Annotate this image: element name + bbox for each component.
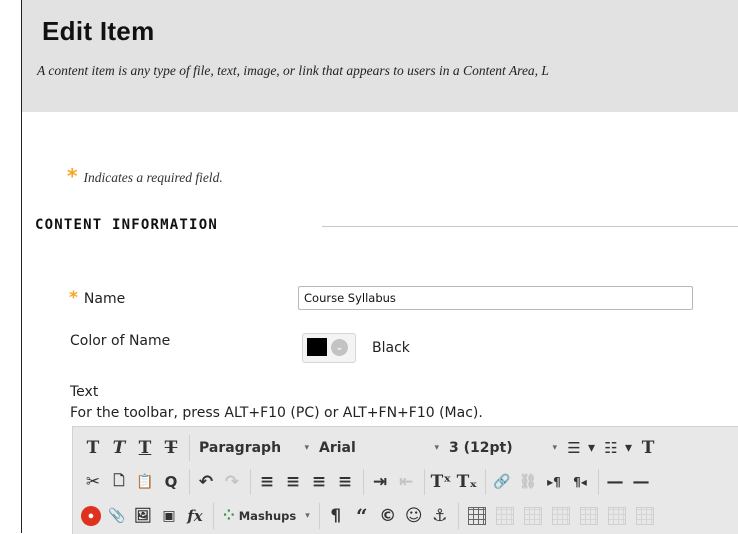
chevron-down-icon: ⌄ (331, 339, 348, 356)
toolbar-separator (485, 469, 486, 495)
table-icon[interactable] (467, 507, 486, 525)
caret-down-icon: ▾ (552, 443, 557, 453)
text-label: Text (70, 384, 99, 400)
image-icon[interactable]: 🖼 (131, 503, 155, 529)
align-center-icon[interactable]: ≡ (281, 469, 305, 495)
table-cell-icon (551, 507, 570, 525)
caret-down-icon: ▾ (304, 443, 309, 453)
toolbar-row-2: ✂ 🗋 📋 Q ↶ ↷ ≡ ≡ ≡ ≡ ⇥ ⇤ Tˣ Tₓ 🔗 ⛓ ▸¶ ¶◂ … (73, 465, 655, 499)
format-value: Paragraph (199, 440, 282, 456)
attach-icon[interactable]: 📎 (105, 503, 129, 529)
caret-down-icon[interactable]: ▾ (588, 435, 599, 461)
toolbar-separator (189, 435, 190, 461)
toolbar-row-1: T T T T Paragraph ▾ Arial ▾ 3 (12pt) ▾ ☰ ▾ … (73, 431, 662, 465)
table-delete-icon (635, 507, 654, 525)
format-dropdown[interactable]: Paragraph ▾ (194, 435, 314, 461)
name-label: * Name (69, 288, 125, 308)
subscript-icon[interactable]: Tₓ (455, 469, 479, 495)
redo-icon: ↷ (224, 472, 240, 492)
anchor-icon[interactable]: ⚓ (428, 503, 452, 529)
cut-icon[interactable]: ✂ (81, 469, 105, 495)
paragraph-mark-icon[interactable]: ¶ (324, 503, 348, 529)
align-left-icon[interactable]: ≡ (255, 469, 279, 495)
math-icon[interactable]: fx (183, 503, 207, 529)
edit-item-page: Edit Item A content item is any type of … (0, 0, 738, 534)
color-of-name-label: Color of Name (70, 333, 171, 349)
color-picker[interactable]: ⌄ (302, 333, 356, 363)
font-dropdown[interactable]: Arial ▾ (314, 435, 444, 461)
editor-toolbar: T T T T Paragraph ▾ Arial ▾ 3 (12pt) ▾ ☰ ▾ … (72, 426, 738, 534)
page-title: Edit Item (42, 16, 155, 46)
caret-down-icon: ▾ (434, 443, 439, 453)
table-column-icon (523, 507, 542, 525)
italic-button[interactable]: T (107, 435, 131, 461)
toolbar-row-3: ● 📎 🖼 ▣ fx ⁘ Mashups ▾ ¶ “ © ☺ ⚓ (73, 499, 659, 533)
toolbar-separator (457, 503, 459, 529)
name-input[interactable] (298, 286, 693, 310)
align-right-icon[interactable]: ≡ (307, 469, 331, 495)
required-star-icon: * (67, 164, 78, 188)
toolbar-separator (189, 469, 190, 495)
toolbar-separator (598, 469, 599, 495)
paste-icon[interactable]: 📋 (133, 469, 157, 495)
strikethrough-button[interactable]: T (159, 435, 183, 461)
color-swatch (307, 338, 327, 356)
more-icon[interactable]: — (629, 469, 653, 495)
underline-button[interactable]: T (133, 435, 157, 461)
unlink-icon: ⛓ (519, 474, 537, 490)
size-dropdown[interactable]: 3 (12pt) ▾ (444, 435, 562, 461)
ltr-icon[interactable]: ▸¶ (542, 469, 566, 495)
caret-down-icon: ▾ (305, 511, 310, 521)
toolbar-separator (213, 503, 214, 529)
caret-down-icon[interactable]: ▾ (625, 435, 636, 461)
toolbar-hint: For the toolbar, press ALT+F10 (PC) or A… (70, 405, 483, 421)
superscript-icon[interactable]: Tˣ (429, 469, 453, 495)
page-description: A content item is any type of file, text… (37, 63, 549, 78)
bullet-list-icon[interactable]: ☰ (562, 435, 586, 461)
required-field-note: * Indicates a required field. (67, 163, 223, 188)
size-value: 3 (12pt) (449, 440, 513, 456)
mashups-icon: ⁘ (223, 508, 235, 524)
link-icon: 🔗 (493, 474, 511, 490)
quote-icon[interactable]: “ (350, 503, 374, 529)
required-star-icon: * (69, 288, 78, 308)
name-label-text: Name (83, 291, 126, 307)
section-title: CONTENT INFORMATION (35, 217, 218, 233)
find-icon[interactable]: Q (159, 469, 183, 495)
bold-button[interactable]: T (81, 435, 105, 461)
toolbar-separator (363, 469, 364, 495)
color-value: Black (372, 340, 410, 356)
copyright-icon[interactable]: © (376, 503, 400, 529)
indent-icon[interactable]: ⇥ (368, 469, 392, 495)
text-color-button[interactable]: T (636, 435, 660, 461)
toolbar-separator (318, 503, 320, 529)
font-value: Arial (319, 440, 356, 456)
outdent-icon: ⇤ (398, 472, 414, 492)
copy-icon[interactable]: 🗋 (107, 469, 131, 495)
horizontal-rule-icon[interactable]: — (603, 469, 627, 495)
undo-icon[interactable]: ↶ (194, 469, 218, 495)
mashups-dropdown[interactable]: ⁘ Mashups ▾ (218, 503, 315, 529)
emoji-icon[interactable]: ☺ (402, 503, 426, 529)
table-row-icon (495, 507, 514, 525)
mashups-label: Mashups (238, 509, 297, 523)
numbered-list-icon[interactable]: ☷ (599, 435, 623, 461)
required-note-text: Indicates a required field. (83, 170, 223, 185)
media-icon[interactable]: ▣ (157, 503, 181, 529)
toolbar-separator (424, 469, 425, 495)
record-icon[interactable]: ● (81, 506, 101, 526)
rtl-icon[interactable]: ¶◂ (568, 469, 592, 495)
table-merge-icon (579, 507, 598, 525)
toolbar-separator (250, 469, 251, 495)
justify-icon[interactable]: ≡ (333, 469, 357, 495)
section-divider (322, 226, 738, 227)
table-split-icon (607, 507, 626, 525)
